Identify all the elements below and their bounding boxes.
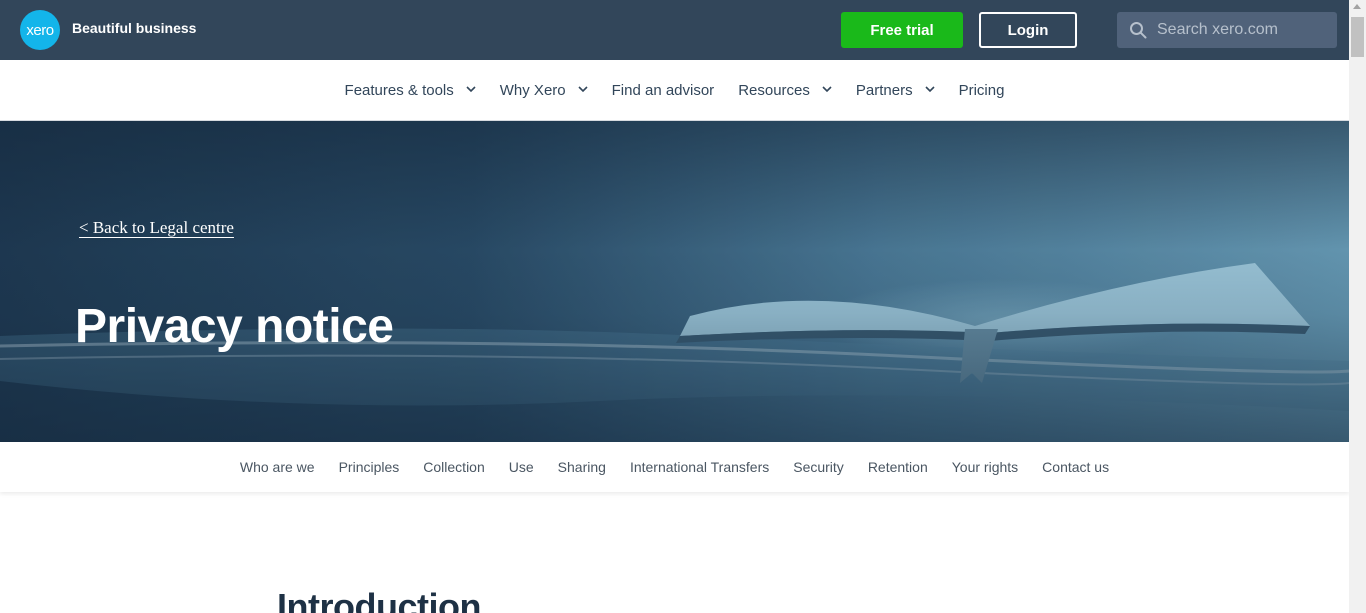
nav-item-resources[interactable]: Resources <box>738 82 832 99</box>
section-nav: Who are we Principles Collection Use Sharing… <box>0 442 1349 492</box>
back-to-legal-centre-link[interactable]: < Back to Legal centre <box>79 218 234 238</box>
nav-item-find-an-advisor[interactable]: Find an advisor <box>612 82 715 99</box>
section-link-collection[interactable]: Collection <box>423 459 484 475</box>
search-icon <box>1130 22 1147 39</box>
section-link-your-rights[interactable]: Your rights <box>952 459 1018 475</box>
nav-item-label: Why Xero <box>499 81 566 99</box>
top-header: xero Beautiful business Free trial Login <box>0 0 1349 60</box>
nav-item-label: Resources <box>738 81 810 99</box>
section-link-retention[interactable]: Retention <box>868 459 928 475</box>
nav-item-label: Pricing <box>958 81 1005 99</box>
nav-item-partners[interactable]: Partners <box>856 82 935 99</box>
section-link-sharing[interactable]: Sharing <box>558 459 606 475</box>
chevron-down-icon <box>466 86 476 93</box>
section-link-who-are-we[interactable]: Who are we <box>240 459 315 475</box>
nav-item-label: Find an advisor <box>611 81 715 99</box>
nav-item-why-xero[interactable]: Why Xero <box>500 82 588 99</box>
hero-overlay <box>0 121 1349 442</box>
section-link-principles[interactable]: Principles <box>339 459 400 475</box>
section-link-security[interactable]: Security <box>793 459 844 475</box>
nav-item-pricing[interactable]: Pricing <box>959 82 1005 99</box>
chevron-down-icon <box>925 86 935 93</box>
hero-banner: < Back to Legal centre Privacy notice <box>0 121 1349 442</box>
introduction-heading: Introduction <box>277 586 481 613</box>
page-title: Privacy notice <box>75 300 394 353</box>
search-box[interactable] <box>1117 12 1337 48</box>
scrollbar-thumb[interactable] <box>1351 17 1364 57</box>
section-link-use[interactable]: Use <box>509 459 534 475</box>
tagline: Beautiful business <box>72 20 197 36</box>
nav-item-features-tools[interactable]: Features & tools <box>345 82 476 99</box>
nav-item-label: Partners <box>855 81 913 99</box>
scroll-up-arrow-icon[interactable] <box>1353 4 1361 9</box>
nav-item-label: Features & tools <box>344 81 454 99</box>
chevron-down-icon <box>578 86 588 93</box>
chevron-down-icon <box>822 86 832 93</box>
search-input[interactable] <box>1157 12 1333 48</box>
free-trial-button[interactable]: Free trial <box>841 12 963 48</box>
xero-logo[interactable]: xero <box>20 10 60 50</box>
scrollbar[interactable] <box>1349 0 1366 613</box>
login-button[interactable]: Login <box>979 12 1077 48</box>
main-nav: Features & tools Why Xero Find an advisor R… <box>0 60 1349 121</box>
section-link-contact-us[interactable]: Contact us <box>1042 459 1109 475</box>
section-link-international-transfers[interactable]: International Transfers <box>630 459 769 475</box>
